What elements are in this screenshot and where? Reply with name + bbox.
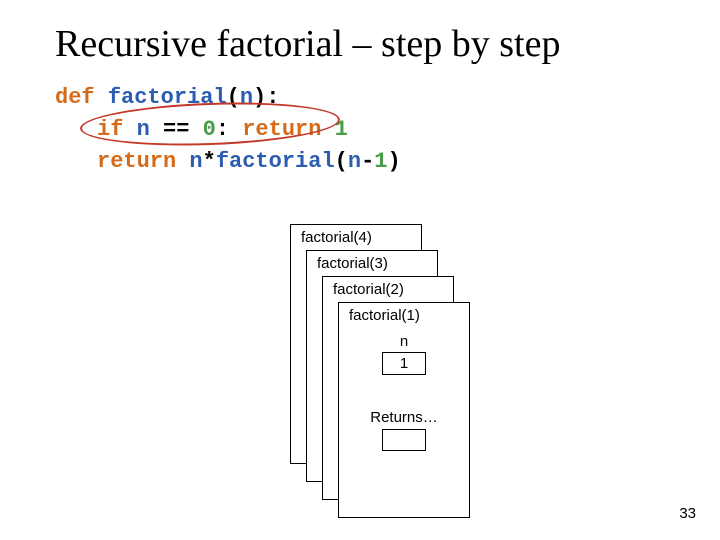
n-label: n — [339, 333, 469, 350]
stack-frame-1: factorial(1) n 1 Returns… — [338, 302, 470, 518]
frame-label-1: factorial(1) — [349, 307, 459, 324]
arg-n: n — [348, 149, 361, 174]
returns-label: Returns… — [339, 409, 469, 426]
lit-one-2: 1 — [374, 149, 387, 174]
code-line-3: return n*factorial(n-1) — [55, 146, 401, 178]
kw-return-2: return — [97, 149, 176, 174]
returns-section: Returns… — [339, 409, 469, 451]
returns-value-box — [382, 429, 426, 451]
var-n-2: n — [189, 149, 202, 174]
frame-label-3: factorial(3) — [317, 255, 427, 272]
n-section: n 1 — [339, 333, 469, 375]
frame-label-4: factorial(4) — [301, 229, 411, 246]
frame-label-2: factorial(2) — [333, 281, 443, 298]
page-number: 33 — [679, 505, 696, 522]
n-value-box: 1 — [382, 352, 426, 375]
fn-call: factorial — [216, 149, 335, 174]
slide-title: Recursive factorial – step by step — [55, 22, 560, 66]
kw-def: def — [55, 85, 95, 110]
